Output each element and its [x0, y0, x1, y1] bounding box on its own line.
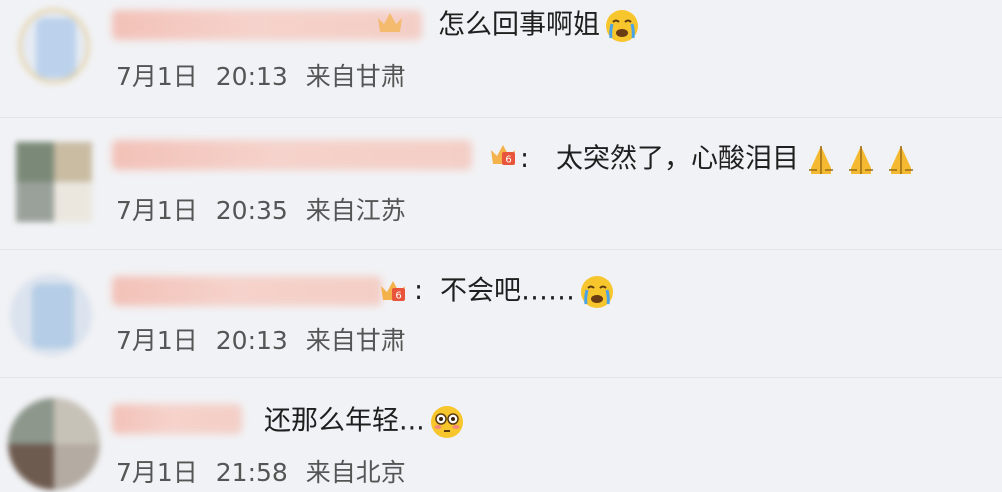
comment-location: 来自甘肃: [305, 62, 406, 91]
folded-hands-icon: [889, 146, 913, 174]
username-redacted[interactable]: [112, 140, 472, 170]
avatar[interactable]: [18, 8, 90, 84]
comment-location: 来自甘肃: [305, 326, 406, 355]
comment-meta: 7月1日 20:35 来自江苏: [116, 196, 406, 226]
crying-face-icon: [606, 10, 638, 42]
comment-meta: 7月1日 20:13 来自甘肃: [116, 326, 406, 356]
comment-date: 7月1日: [116, 326, 198, 355]
avatar[interactable]: [8, 398, 100, 490]
comment-location: 来自江苏: [305, 196, 406, 225]
colon-separator: :: [520, 143, 530, 174]
svg-text:6: 6: [505, 155, 511, 166]
avatar[interactable]: [10, 274, 92, 356]
comment-meta: 7月1日 21:58 来自北京: [116, 458, 406, 488]
comment-text: 还那么年轻...: [264, 404, 465, 440]
comment-text: 不会吧……: [440, 274, 615, 310]
comment-item: 6 : 不会吧…… 7月1日 20:13 来自甘肃: [0, 250, 1002, 378]
folded-hands-icon: [849, 146, 873, 174]
comment-text: 太突然了，心酸泪目: [556, 142, 919, 178]
crown-badge-icon: [378, 13, 402, 32]
comment-location: 来自北京: [305, 458, 406, 487]
comment-date: 7月1日: [116, 62, 198, 91]
comment-date: 7月1日: [116, 196, 198, 225]
colon-separator: :: [414, 275, 424, 306]
comment-list: 怎么回事啊姐 7月1日 20:13 来自甘肃 6 : 太突然了，心酸泪目 7月1…: [0, 0, 1002, 492]
crown-badge-icon: 6: [491, 145, 515, 166]
comment-item: 怎么回事啊姐 7月1日 20:13 来自甘肃: [0, 0, 1002, 118]
flushed-face-icon: [430, 406, 463, 438]
comment-item: 还那么年轻... 7月1日 21:58 来自北京: [0, 378, 1002, 492]
comment-item: 6 : 太突然了，心酸泪目 7月1日 20:35 来自江苏: [0, 118, 1002, 250]
comment-time: 20:35: [215, 196, 288, 225]
avatar[interactable]: [16, 142, 92, 222]
comment-time: 20:13: [215, 62, 288, 91]
comment-date: 7月1日: [116, 458, 198, 487]
username-redacted[interactable]: [112, 404, 242, 434]
username-redacted[interactable]: [112, 276, 382, 306]
crying-face-icon: [581, 276, 613, 308]
svg-text:6: 6: [395, 291, 401, 302]
folded-hands-icon: [809, 146, 833, 174]
comment-time: 21:58: [215, 458, 288, 487]
crown-badge-icon: 6: [381, 281, 405, 302]
comment-text: 怎么回事啊姐: [438, 8, 640, 44]
comment-time: 20:13: [215, 326, 288, 355]
comment-meta: 7月1日 20:13 来自甘肃: [116, 62, 406, 92]
